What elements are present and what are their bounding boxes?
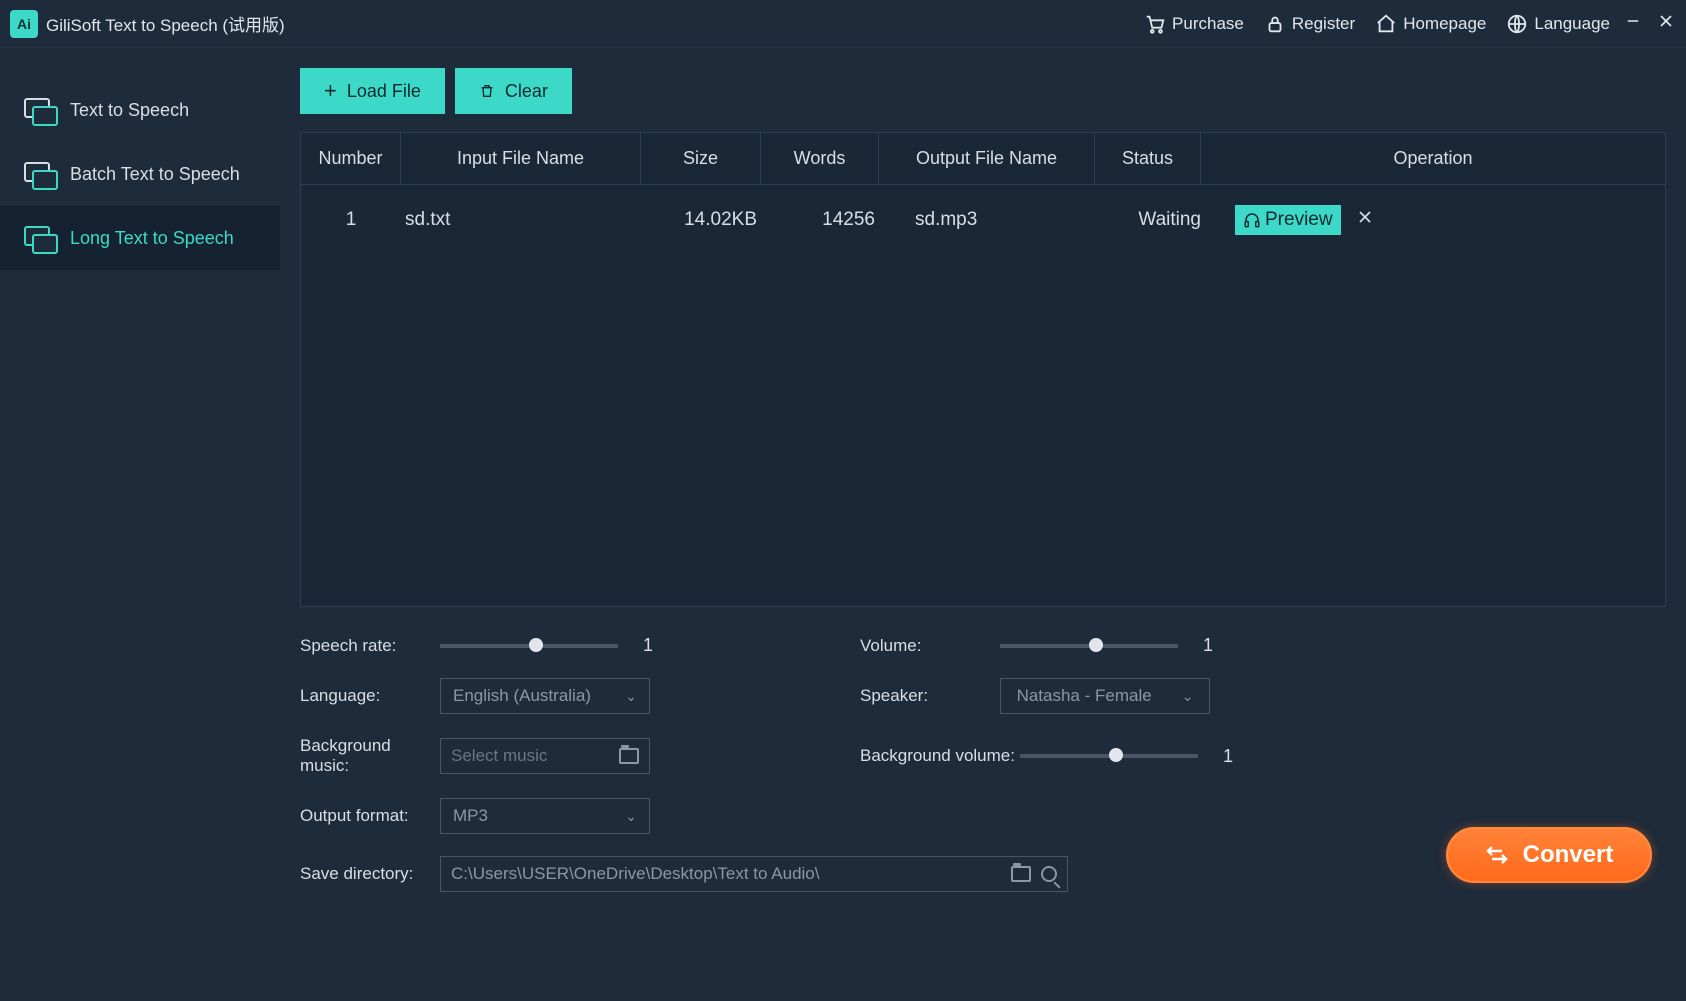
batch-tts-icon <box>24 162 54 186</box>
homepage-link[interactable]: Homepage <box>1375 13 1486 35</box>
app-title: GiliSoft Text to Speech (试用版) <box>46 11 285 36</box>
purchase-link[interactable]: Purchase <box>1144 13 1244 35</box>
load-file-button[interactable]: + Load File <box>300 68 445 114</box>
title-bar: Ai GiliSoft Text to Speech (试用版) Purchas… <box>0 0 1686 48</box>
sidebar-item-label: Text to Speech <box>70 100 189 121</box>
output-format-select[interactable]: MP3 ⌄ <box>440 798 650 834</box>
minimize-icon <box>1624 12 1642 30</box>
language-label: Language <box>1534 14 1610 34</box>
sidebar-item-batch-tts[interactable]: Batch Text to Speech <box>0 142 280 206</box>
save-dir-label: Save directory: <box>300 864 440 884</box>
row-delete-button[interactable] <box>1355 207 1375 233</box>
clear-button[interactable]: Clear <box>455 68 572 114</box>
chevron-down-icon: ⌄ <box>625 808 637 825</box>
table-row[interactable]: 1 sd.txt 14.02KB 14256 sd.mp3 Waiting Pr… <box>301 185 1665 255</box>
bg-volume-label: Background volume: <box>860 746 1020 766</box>
cell-words: 14256 <box>761 209 879 231</box>
bg-volume-value: 1 <box>1218 746 1238 767</box>
speaker-label: Speaker: <box>860 686 1000 706</box>
header-input-file: Input File Name <box>401 133 641 184</box>
homepage-label: Homepage <box>1403 14 1486 34</box>
trash-icon <box>479 82 495 100</box>
header-output-file: Output File Name <box>879 133 1095 184</box>
chevron-down-icon: ⌄ <box>625 688 637 705</box>
speaker-value: Natasha - Female <box>1017 686 1152 706</box>
header-size: Size <box>641 133 761 184</box>
bg-music-placeholder: Select music <box>451 746 547 766</box>
save-dir-input[interactable]: C:\Users\USER\OneDrive\Desktop\Text to A… <box>440 856 1068 892</box>
output-format-value: MP3 <box>453 806 488 826</box>
header-words: Words <box>761 133 879 184</box>
chevron-down-icon: ⌄ <box>1182 688 1194 705</box>
bg-music-select[interactable]: Select music <box>440 738 650 774</box>
volume-value: 1 <box>1198 635 1218 656</box>
purchase-label: Purchase <box>1172 14 1244 34</box>
folder-icon <box>619 748 639 764</box>
speech-rate-label: Speech rate: <box>300 636 440 656</box>
speech-rate-slider[interactable] <box>440 644 618 648</box>
register-link[interactable]: Register <box>1264 13 1355 35</box>
cell-output-file: sd.mp3 <box>879 209 1095 231</box>
home-icon <box>1375 13 1397 35</box>
convert-icon <box>1485 843 1509 867</box>
close-button[interactable] <box>1656 11 1676 36</box>
cart-icon <box>1144 13 1166 35</box>
sidebar-item-long-tts[interactable]: Long Text to Speech <box>0 206 280 270</box>
close-icon <box>1656 11 1676 31</box>
header-status: Status <box>1095 133 1201 184</box>
tts-icon <box>24 98 54 122</box>
preview-label: Preview <box>1265 209 1333 231</box>
header-operation: Operation <box>1201 133 1665 184</box>
file-table: Number Input File Name Size Words Output… <box>300 132 1666 607</box>
x-icon <box>1355 207 1375 227</box>
header-number: Number <box>301 133 401 184</box>
lock-icon <box>1264 13 1286 35</box>
sidebar-item-label: Batch Text to Speech <box>70 164 240 185</box>
sidebar-item-label: Long Text to Speech <box>70 228 234 249</box>
load-file-label: Load File <box>347 81 421 102</box>
sidebar-item-text-to-speech[interactable]: Text to Speech <box>0 78 280 142</box>
preview-button[interactable]: Preview <box>1235 205 1341 235</box>
bg-volume-slider[interactable] <box>1020 754 1198 758</box>
convert-button[interactable]: Convert <box>1446 827 1652 883</box>
cell-status: Waiting <box>1095 209 1201 231</box>
volume-label: Volume: <box>860 636 1000 656</box>
bg-music-label: Background music: <box>300 736 440 776</box>
long-tts-icon <box>24 226 54 250</box>
browse-folder-icon[interactable] <box>1011 866 1031 882</box>
cell-size: 14.02KB <box>641 209 761 231</box>
sidebar: Text to Speech Batch Text to Speech Long… <box>0 48 280 1001</box>
clear-label: Clear <box>505 81 548 102</box>
speech-rate-value: 1 <box>638 635 658 656</box>
main-content: + Load File Clear Number Input File Name… <box>280 48 1686 1001</box>
app-logo-icon: Ai <box>10 10 38 38</box>
minimize-button[interactable] <box>1624 12 1642 35</box>
save-dir-value: C:\Users\USER\OneDrive\Desktop\Text to A… <box>451 864 819 884</box>
cell-number: 1 <box>301 209 401 231</box>
volume-slider[interactable] <box>1000 644 1178 648</box>
output-format-label: Output format: <box>300 806 440 826</box>
globe-icon <box>1506 13 1528 35</box>
cell-input-file: sd.txt <box>401 209 641 231</box>
register-label: Register <box>1292 14 1355 34</box>
language-value: English (Australia) <box>453 686 591 706</box>
search-icon[interactable] <box>1041 866 1057 882</box>
headphones-icon <box>1243 211 1261 229</box>
language-label: Language: <box>300 686 440 706</box>
language-select[interactable]: English (Australia) ⌄ <box>440 678 650 714</box>
table-header-row: Number Input File Name Size Words Output… <box>301 133 1665 185</box>
convert-label: Convert <box>1523 841 1614 869</box>
speaker-select[interactable]: Natasha - Female ⌄ <box>1000 678 1210 714</box>
plus-icon: + <box>324 78 337 104</box>
language-link[interactable]: Language <box>1506 13 1610 35</box>
